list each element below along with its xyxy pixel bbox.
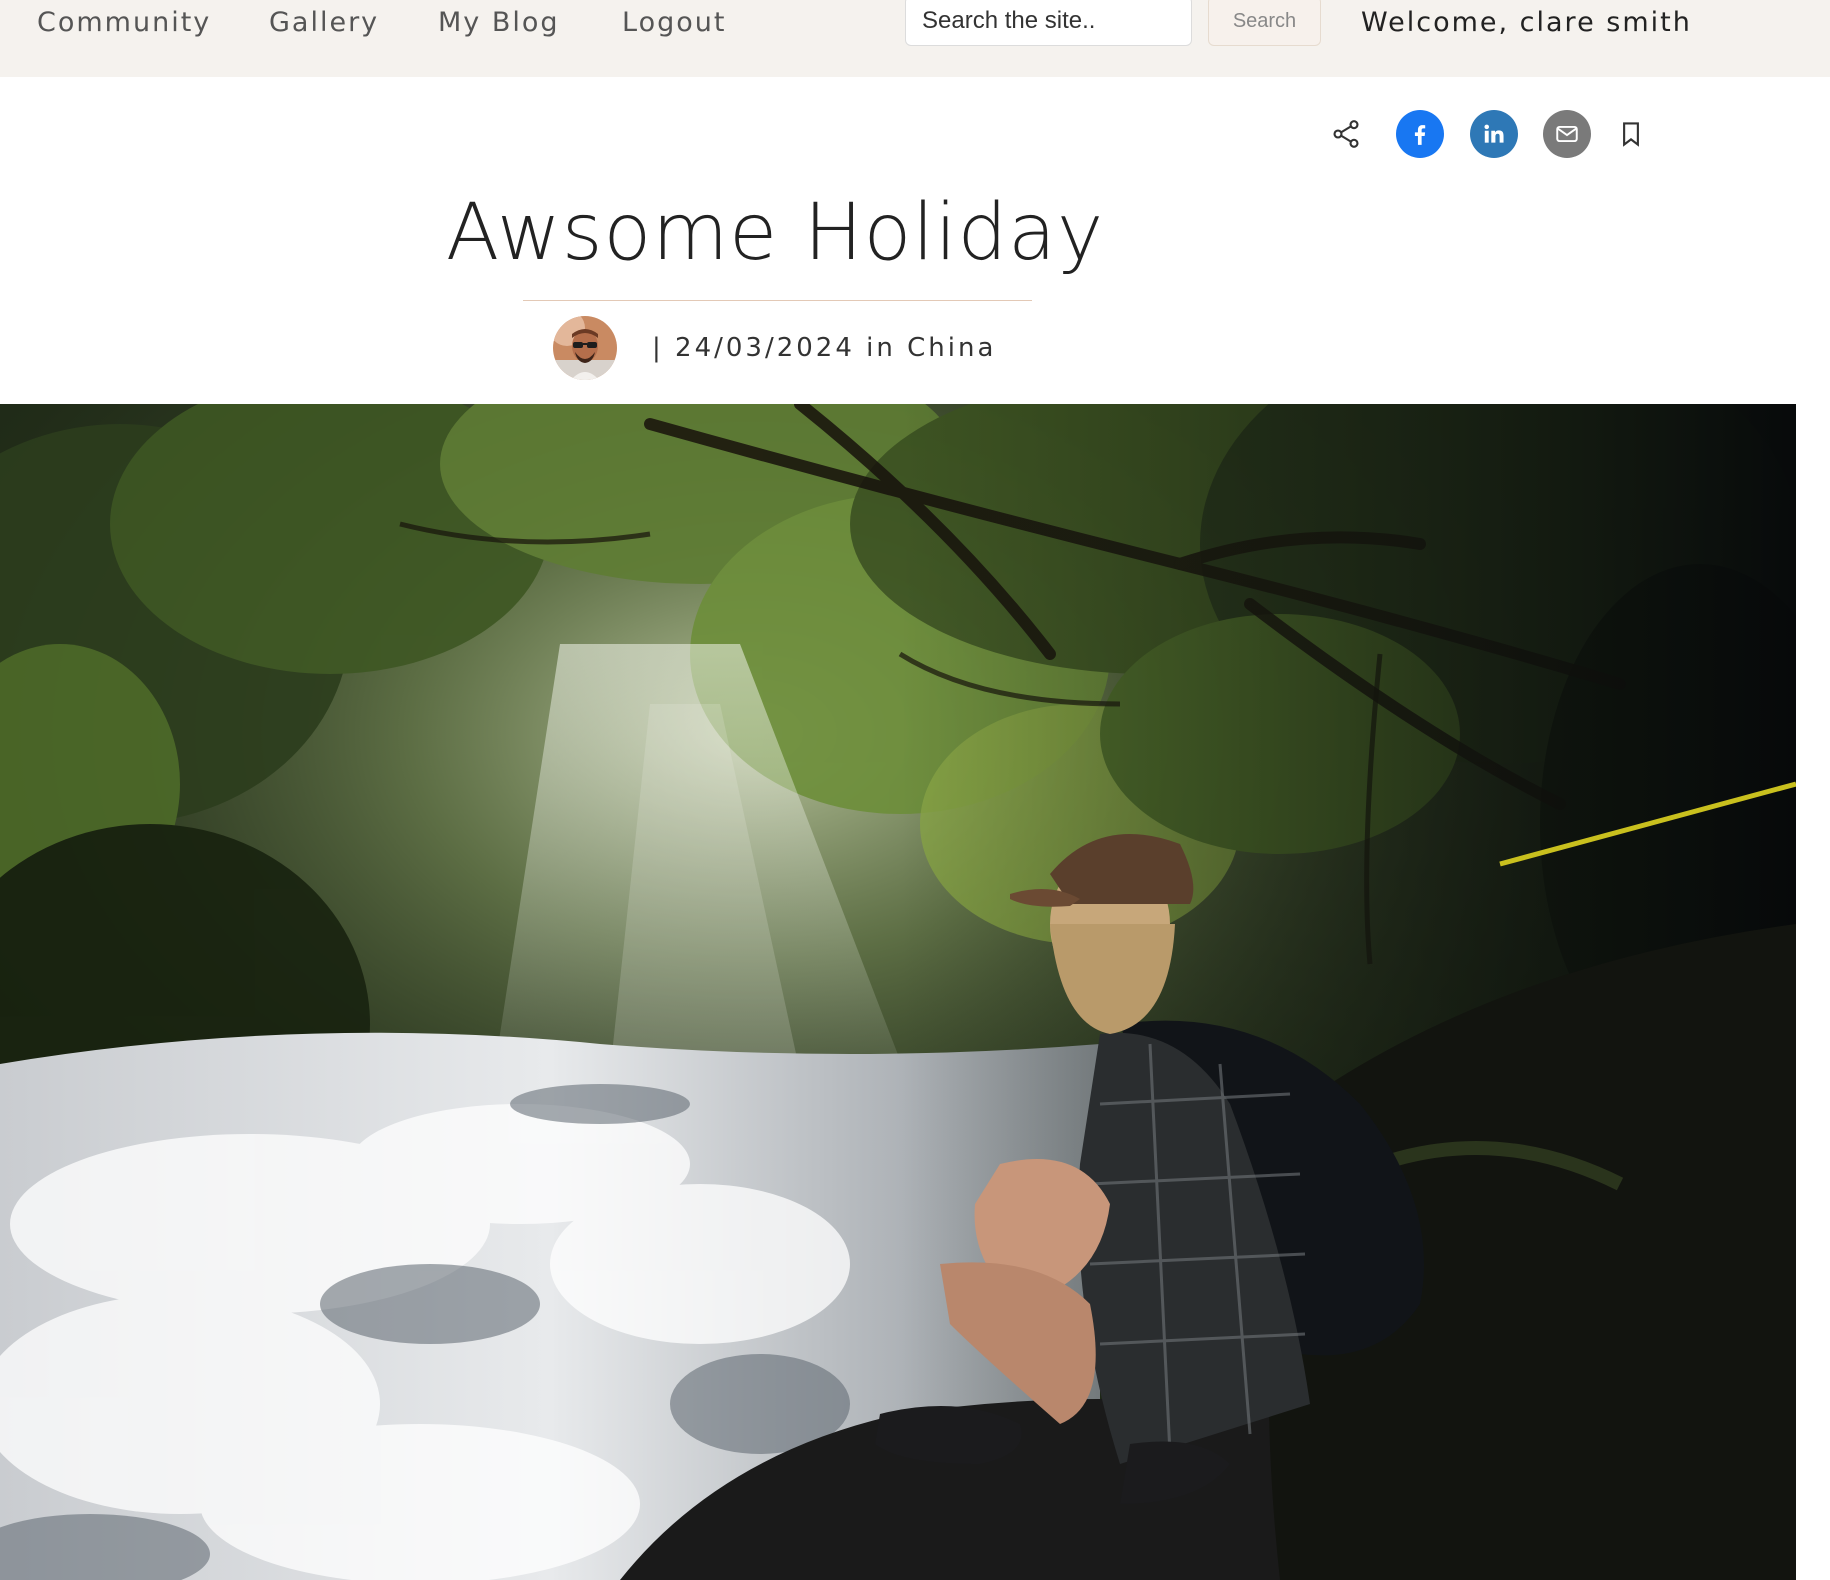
top-navigation-bar: Community Gallery My Blog Logout Search … xyxy=(0,0,1830,77)
facebook-icon[interactable] xyxy=(1396,110,1444,158)
author-avatar[interactable] xyxy=(553,316,617,380)
share-icon[interactable] xyxy=(1326,114,1366,154)
welcome-message: Welcome, clare smith xyxy=(1361,7,1692,38)
search-button[interactable]: Search xyxy=(1208,0,1321,46)
nav-link-gallery[interactable]: Gallery xyxy=(269,0,379,46)
nav-link-logout[interactable]: Logout xyxy=(622,0,726,46)
linkedin-icon[interactable] xyxy=(1470,110,1518,158)
page-title: Awsome Holiday xyxy=(445,188,1105,278)
title-divider xyxy=(523,300,1032,301)
nav-link-community[interactable]: Community xyxy=(37,0,211,46)
email-icon[interactable] xyxy=(1543,110,1591,158)
search-input[interactable] xyxy=(905,0,1192,46)
bookmark-icon[interactable] xyxy=(1611,114,1651,154)
post-date-location: | 24/03/2024 in China xyxy=(652,333,997,363)
nav-link-my-blog[interactable]: My Blog xyxy=(438,0,560,46)
hero-image xyxy=(0,404,1796,1580)
